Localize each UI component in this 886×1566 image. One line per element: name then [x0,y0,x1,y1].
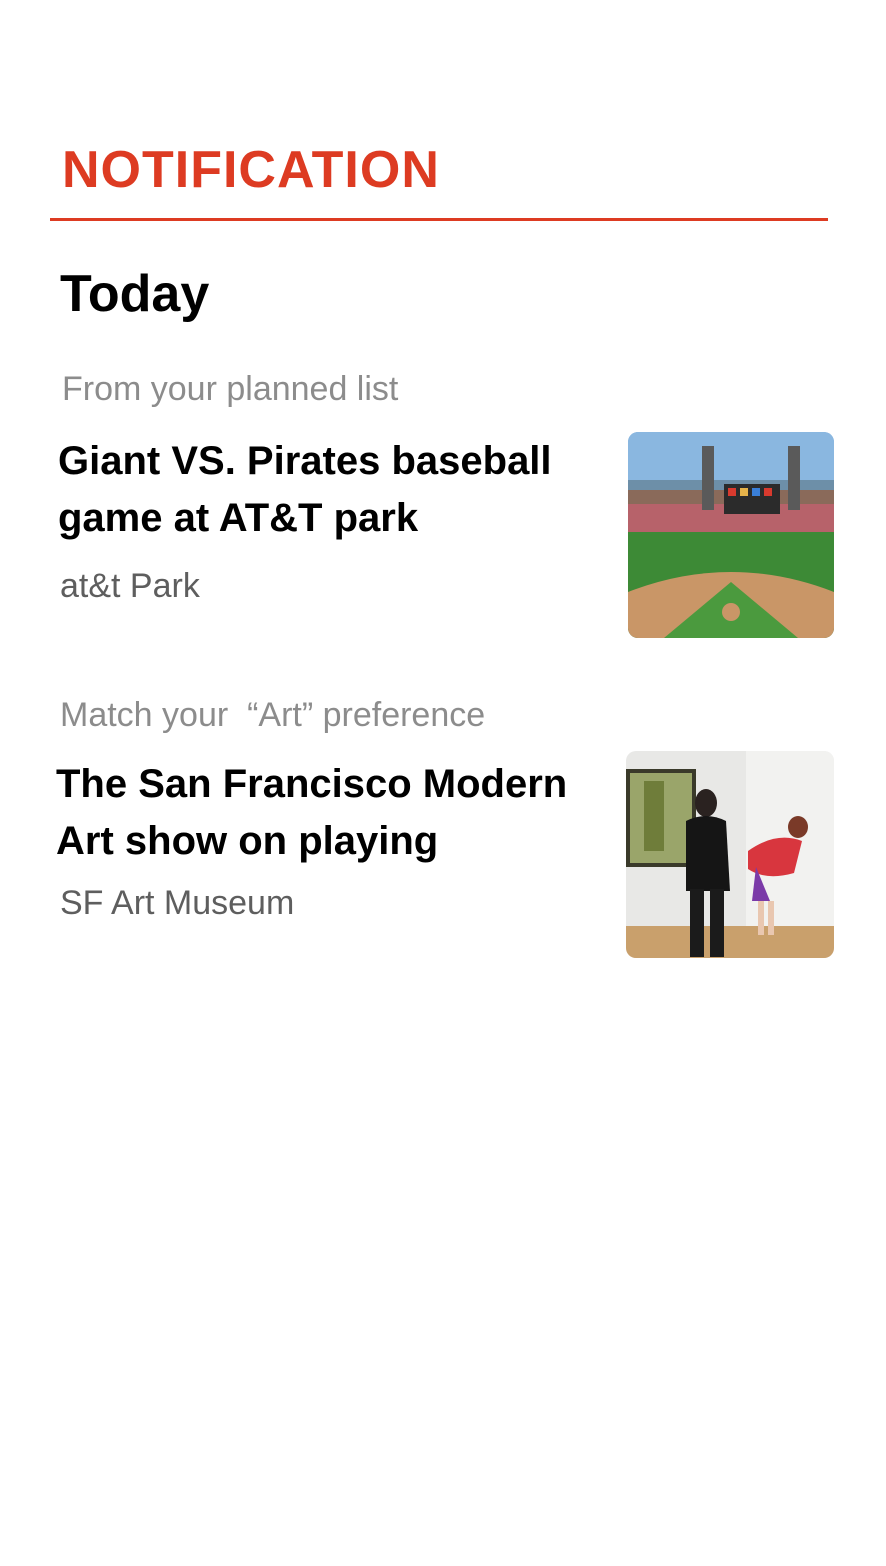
notification-title[interactable]: The San Francisco Modern Art show on pla… [56,756,604,870]
section-heading-today: Today [60,265,210,323]
notification-context: From your planned list [62,370,399,408]
baseball-stadium-thumbnail[interactable] [628,432,834,638]
notification-title[interactable]: Giant VS. Pirates baseball game at AT&T … [58,433,606,547]
art-museum-thumbnail[interactable] [626,751,834,958]
notification-context: Match your “Art” preference [60,696,486,734]
notification-location: SF Art Museum [60,884,295,922]
page-title: NOTIFICATION [62,141,440,199]
title-divider [50,218,828,221]
art-museum-image [626,751,834,958]
notification-location: at&t Park [60,567,200,605]
baseball-stadium-image [628,432,834,638]
